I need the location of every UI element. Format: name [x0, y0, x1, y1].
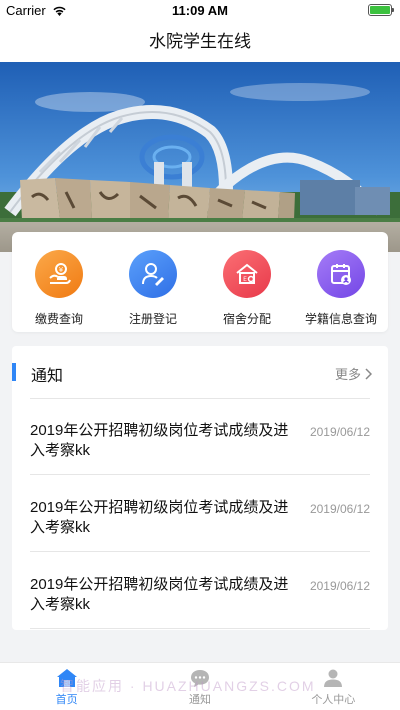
quick-label-student-record: 学籍信息查询: [304, 312, 377, 326]
notice-item-title: 2019年公开招聘初级岗位考试成绩及进入考察kk: [30, 576, 289, 613]
notice-item[interactable]: 2019年公开招聘初级岗位考试成绩及进入考察kk 2019/06/12: [30, 476, 370, 552]
quick-actions-card: ¥ 缴费查询 注册登记 E 宿舍分配 学籍信息查询: [12, 232, 388, 332]
tab-home[interactable]: 首页: [0, 663, 133, 710]
tab-label-home: 首页: [55, 694, 78, 706]
tab-notice[interactable]: 通知: [133, 663, 266, 710]
status-time: 11:09 AM: [172, 3, 228, 18]
quick-label-payment: 缴费查询: [34, 312, 83, 326]
message-icon: [190, 670, 209, 687]
banner-image[interactable]: [0, 62, 400, 252]
quick-label-register: 注册登记: [128, 312, 177, 326]
more-link[interactable]: 更多: [335, 364, 372, 383]
tab-bar: 首页 通知 个人中心: [0, 662, 400, 710]
quick-label-dormitory: 宿舍分配: [222, 312, 271, 326]
payment-icon: ¥: [35, 250, 83, 298]
notice-item[interactable]: 2019年公开招聘初级岗位考试成绩及进入考察kk 2019/06/12: [30, 399, 370, 475]
quick-item-student-record[interactable]: 学籍信息查询: [296, 250, 386, 332]
tab-profile[interactable]: 个人中心: [267, 663, 400, 710]
notice-item-date: 2019/06/12: [309, 502, 370, 516]
status-right: [368, 4, 394, 16]
student-record-icon: [317, 250, 365, 298]
more-label: 更多: [334, 367, 361, 382]
battery-icon: [368, 4, 394, 16]
user-icon: [324, 669, 343, 687]
notice-item-title: 2019年公开招聘初级岗位考试成绩及进入考察kk: [30, 499, 289, 536]
status-bar: Carrier 11:09 AM: [0, 0, 400, 22]
tab-label-notice: 通知: [188, 694, 211, 706]
register-icon: [129, 250, 177, 298]
page-title: 水院学生在线: [0, 22, 400, 62]
home-icon: [56, 669, 77, 687]
notice-item-date: 2019/06/12: [309, 579, 370, 593]
campus-gate-illustration: [0, 62, 400, 252]
quick-item-payment[interactable]: ¥ 缴费查询: [14, 250, 104, 332]
section-accent-bar: [12, 363, 16, 381]
quick-item-register[interactable]: 注册登记: [108, 250, 198, 332]
notice-item-date: 2019/06/12: [309, 425, 370, 439]
chevron-right-icon: [365, 367, 372, 380]
notice-card: 通知 更多 2019年公开招聘初级岗位考试成绩及进入考察kk 2019/06/1…: [12, 346, 388, 630]
svg-text:E: E: [243, 276, 247, 283]
quick-item-dormitory[interactable]: E 宿舍分配: [202, 250, 292, 332]
tab-label-profile: 个人中心: [311, 694, 356, 706]
svg-text:¥: ¥: [59, 266, 64, 274]
notice-item[interactable]: 2019年公开招聘初级岗位考试成绩及进入考察kk 2019/06/12: [30, 553, 370, 629]
notice-header: 通知 更多: [12, 346, 388, 398]
notice-item-title: 2019年公开招聘初级岗位考试成绩及进入考察kk: [30, 422, 289, 459]
dormitory-icon: E: [223, 250, 271, 298]
notice-title: 通知: [31, 368, 64, 385]
